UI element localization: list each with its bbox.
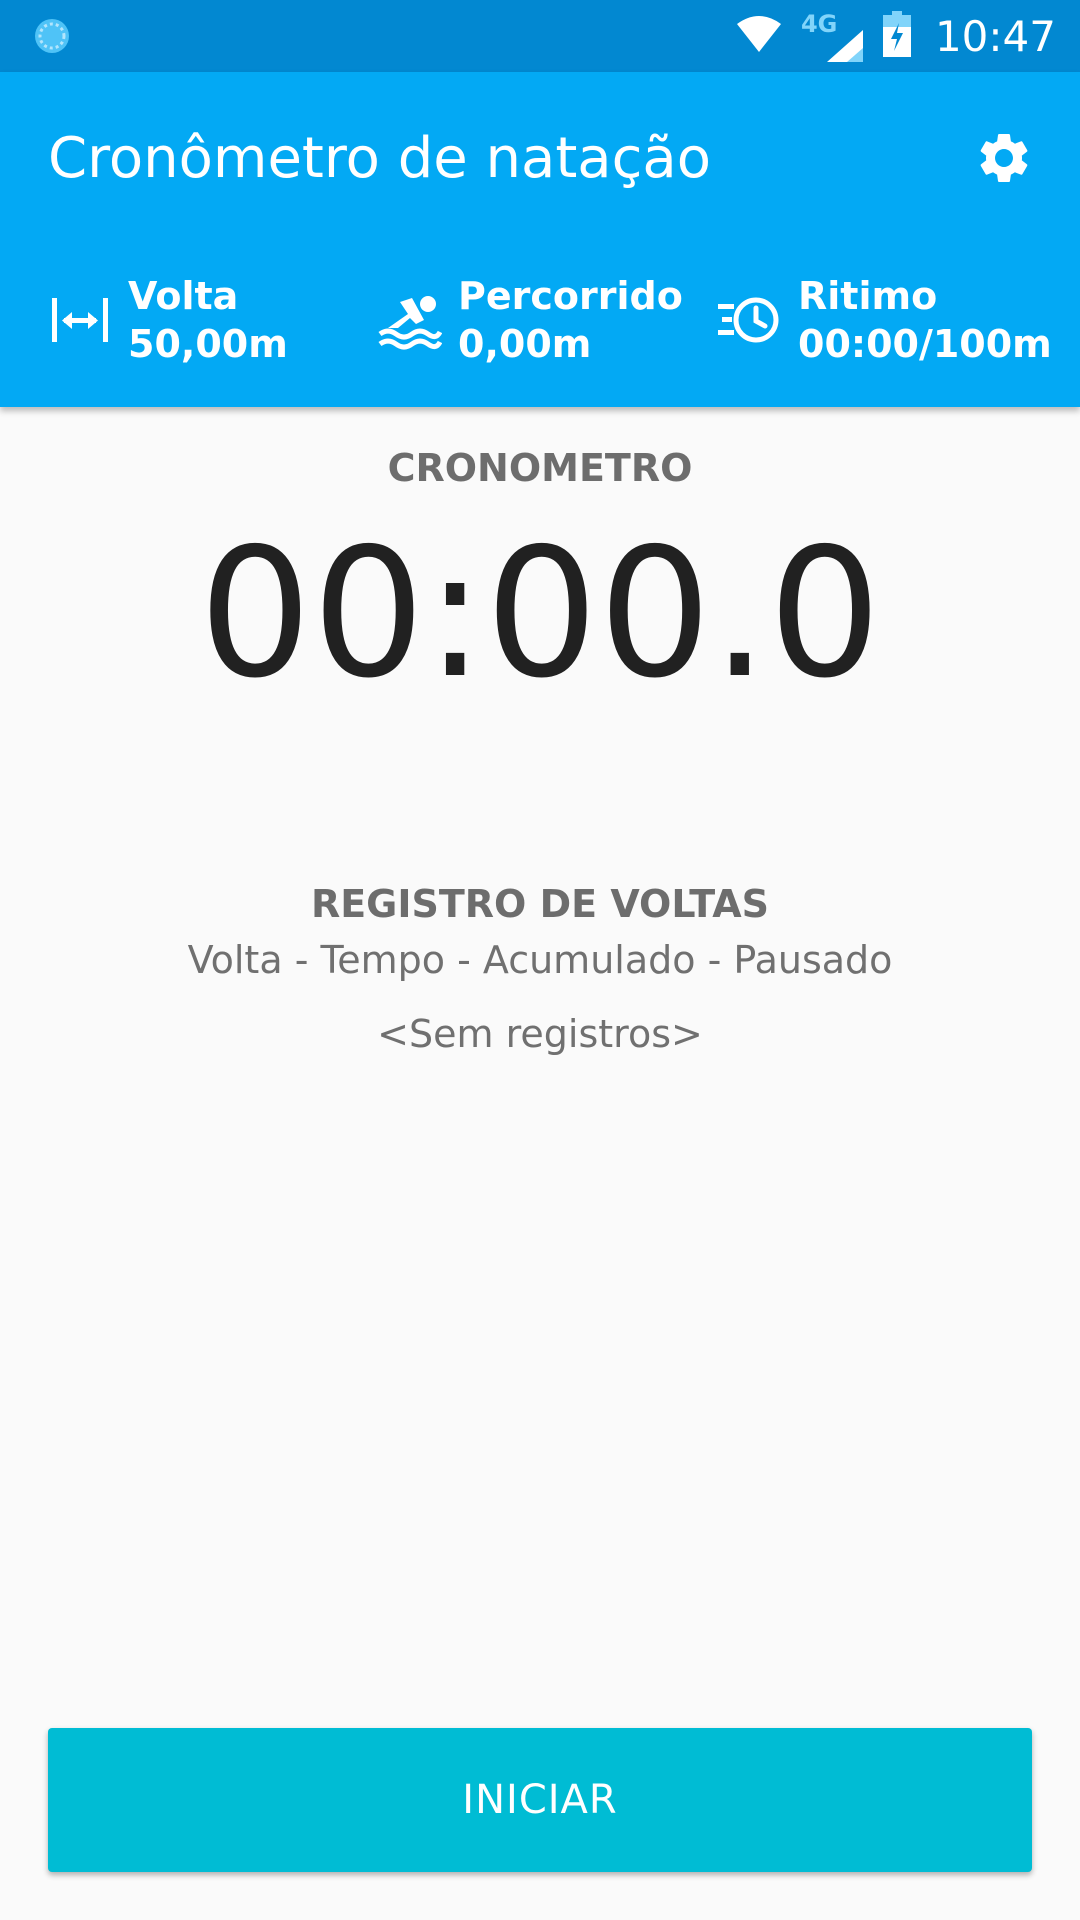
laps-empty-text: <Sem registros> — [377, 1012, 703, 1056]
start-button[interactable]: INICIAR — [48, 1728, 1032, 1872]
settings-button[interactable] — [968, 124, 1040, 196]
app-title: Cronômetro de natação — [48, 126, 711, 191]
stat-pace-value: 00:00/100m — [798, 322, 1052, 366]
battery-charging-icon — [882, 10, 911, 62]
stat-distance-label: Percorrido — [458, 274, 683, 318]
laps-column-header: Volta - Tempo - Acumulado - Pausado — [187, 938, 893, 982]
laps-title: REGISTRO DE VOLTAS — [310, 882, 770, 926]
lap-length-icon — [44, 284, 116, 356]
stat-lap-label: Volta — [128, 274, 239, 318]
pace-timer-icon — [714, 284, 786, 356]
stat-lap-value: 50,00m — [128, 322, 288, 366]
stats-row: Volta 50,00m Percorrido 0,00m Ritimo 00:… — [0, 272, 1080, 382]
wifi-icon — [735, 14, 783, 59]
stat-lap-length: Volta 50,00m — [44, 272, 288, 368]
status-clock: 10:47 — [934, 11, 1056, 61]
swimmer-icon — [374, 284, 446, 356]
stat-pace: Ritimo 00:00/100m — [714, 272, 1052, 368]
signal-icon: 4G — [801, 8, 865, 64]
stopwatch-label: CRONOMETRO — [387, 446, 693, 490]
stat-distance-value: 0,00m — [458, 322, 592, 366]
status-icons: 4G 10:47 — [735, 0, 1056, 72]
app-bar: Cronômetro de natação Volta 50,00m Perco… — [0, 72, 1080, 407]
gear-icon — [974, 128, 1034, 193]
stat-distance: Percorrido 0,00m — [374, 272, 683, 368]
sync-icon — [32, 16, 72, 56]
status-bar: 4G 10:47 — [0, 0, 1080, 72]
stat-pace-label: Ritimo — [798, 274, 938, 318]
stopwatch-display: 00:00.0 — [198, 510, 882, 717]
